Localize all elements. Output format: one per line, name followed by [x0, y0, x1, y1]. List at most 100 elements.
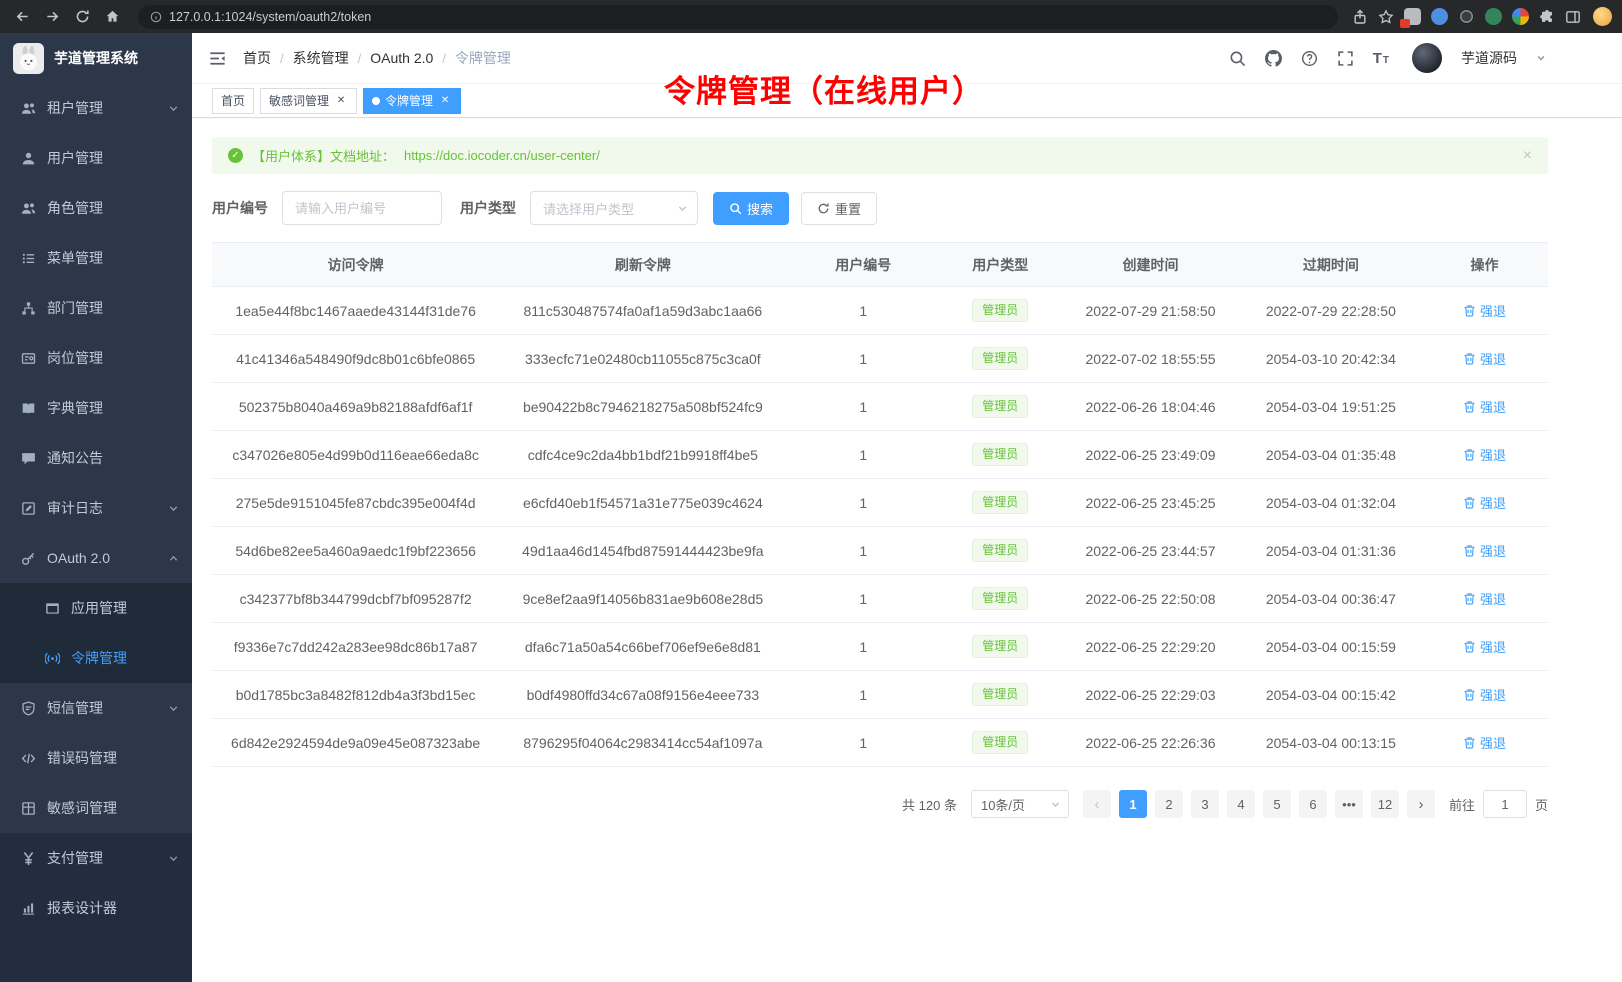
force-logout-button[interactable]: 强退 — [1463, 589, 1506, 608]
user-id-input[interactable] — [282, 191, 442, 225]
sidebar-item-audit-log[interactable]: 审计日志 — [0, 483, 192, 533]
sidebar-item-dict[interactable]: 字典管理 — [0, 383, 192, 433]
font-size-icon[interactable]: TT — [1373, 51, 1389, 66]
search-icon[interactable] — [1229, 50, 1246, 67]
breadcrumb-item[interactable]: 系统管理 — [293, 48, 349, 68]
extension-blue-icon[interactable] — [1431, 8, 1448, 25]
force-logout-button[interactable]: 强退 — [1463, 445, 1506, 464]
sidebar-item-error-code[interactable]: 错误码管理 — [0, 733, 192, 783]
chevron-down-icon[interactable] — [1536, 53, 1546, 63]
created-time-cell: 2022-06-25 22:26:36 — [1060, 719, 1240, 767]
alert-close-icon[interactable]: × — [1523, 147, 1532, 165]
browser-back-button[interactable] — [10, 5, 34, 29]
close-icon[interactable]: ✕ — [438, 94, 452, 108]
force-logout-button[interactable]: 强退 — [1463, 493, 1506, 512]
sidebar-item-user[interactable]: 用户管理 — [0, 133, 192, 183]
user-name[interactable]: 芋道源码 — [1461, 48, 1517, 68]
page-button-5[interactable]: 5 — [1263, 790, 1291, 818]
sidebar-item-label: 敏感词管理 — [47, 798, 117, 818]
force-logout-label: 强退 — [1480, 445, 1506, 464]
force-logout-label: 强退 — [1480, 397, 1506, 416]
sidebar-item-sms[interactable]: 短信管理 — [0, 683, 192, 733]
refresh-token-cell: b0df4980ffd34c67a08f9156e4eee733 — [499, 671, 786, 719]
share-icon[interactable] — [1352, 9, 1368, 25]
tab-home[interactable]: 首页 — [212, 88, 254, 114]
goto-label: 前往 — [1449, 795, 1475, 814]
user-type-badge: 管理员 — [972, 395, 1028, 418]
page-button-6[interactable]: 6 — [1299, 790, 1327, 818]
page-size-select[interactable]: 10条/页 — [971, 790, 1069, 818]
sidebar-item-sensitive-word[interactable]: 敏感词管理 — [0, 783, 192, 833]
sidebar-item-oauth2-token[interactable]: 令牌管理 — [0, 633, 192, 683]
sidebar-toggle-icon[interactable] — [208, 49, 227, 68]
prev-page-button[interactable]: ‹ — [1083, 790, 1111, 818]
extension-dark-icon[interactable] — [1458, 8, 1475, 25]
user-id-cell: 1 — [786, 335, 940, 383]
sidebar-item-menu[interactable]: 菜单管理 — [0, 233, 192, 283]
fullscreen-icon[interactable] — [1337, 50, 1354, 67]
extension-green-icon[interactable] — [1485, 8, 1502, 25]
refresh-token-cell: 8796295f04064c2983414cc54af1097a — [499, 719, 786, 767]
sms-shield-icon — [21, 701, 36, 716]
table-row: 1ea5e44f8bc1467aaede43144f31de76811c5304… — [212, 287, 1548, 335]
force-logout-button[interactable]: 强退 — [1463, 349, 1506, 368]
tab-label: 敏感词管理 — [269, 92, 329, 109]
reset-button[interactable]: 重置 — [801, 192, 877, 225]
force-logout-button[interactable]: 强退 — [1463, 733, 1506, 752]
extension-badged-icon[interactable] — [1404, 8, 1421, 25]
user-type-select[interactable]: 请选择用户类型 — [530, 191, 698, 225]
app-logo-area[interactable]: 芋道管理系统 — [0, 33, 192, 83]
help-icon[interactable] — [1301, 50, 1318, 67]
browser-home-button[interactable] — [100, 5, 124, 29]
bookmark-star-icon[interactable] — [1378, 9, 1394, 25]
pay-yen-icon — [21, 851, 36, 866]
sidebar-item-notice[interactable]: 通知公告 — [0, 433, 192, 483]
force-logout-button[interactable]: 强退 — [1463, 685, 1506, 704]
sidebar-item-dept[interactable]: 部门管理 — [0, 283, 192, 333]
page-button-3[interactable]: 3 — [1191, 790, 1219, 818]
sidebar-item-pay[interactable]: 支付管理 — [0, 833, 192, 883]
browser-forward-button[interactable] — [40, 5, 64, 29]
search-button[interactable]: 搜索 — [713, 192, 789, 225]
page-button-2[interactable]: 2 — [1155, 790, 1183, 818]
sidebar-item-oauth2[interactable]: OAuth 2.0 — [0, 533, 192, 583]
sidebar-item-role[interactable]: 角色管理 — [0, 183, 192, 233]
sidebar-item-post[interactable]: 岗位管理 — [0, 333, 192, 383]
browser-profile-avatar[interactable] — [1593, 7, 1612, 26]
extension-colorful-icon[interactable] — [1512, 8, 1529, 25]
side-panel-icon[interactable] — [1565, 9, 1581, 25]
tab-token[interactable]: 令牌管理✕ — [363, 88, 461, 114]
breadcrumb-item[interactable]: OAuth 2.0 — [370, 50, 433, 66]
next-page-button[interactable]: › — [1407, 790, 1435, 818]
tab-sensitive-word[interactable]: 敏感词管理 ✕ — [260, 88, 357, 114]
audit-log-icon — [21, 501, 36, 516]
breadcrumb-item[interactable]: 首页 — [243, 48, 271, 68]
sidebar-item-tenant[interactable]: 租户管理 — [0, 83, 192, 133]
chevron-down-icon — [168, 703, 179, 714]
github-icon[interactable] — [1265, 50, 1282, 67]
goto-page-input[interactable] — [1483, 790, 1527, 818]
force-logout-button[interactable]: 强退 — [1463, 397, 1506, 416]
sidebar-item-oauth2-application[interactable]: 应用管理 — [0, 583, 192, 633]
close-icon[interactable]: ✕ — [334, 94, 348, 108]
sidebar-item-report-designer[interactable]: 报表设计器 — [0, 883, 192, 933]
doc-link[interactable]: https://doc.iocoder.cn/user-center/ — [404, 148, 600, 163]
user-avatar[interactable] — [1412, 43, 1442, 73]
page-button-12[interactable]: 12 — [1371, 790, 1399, 818]
force-logout-button[interactable]: 强退 — [1463, 637, 1506, 656]
user-type-badge: 管理员 — [972, 731, 1028, 754]
page-size-value: 10条/页 — [981, 795, 1025, 814]
page-ellipsis[interactable]: ••• — [1335, 790, 1363, 818]
page-button-1[interactable]: 1 — [1119, 790, 1147, 818]
sidebar-item-label: 短信管理 — [47, 698, 103, 718]
page-button-4[interactable]: 4 — [1227, 790, 1255, 818]
browser-reload-button[interactable] — [70, 5, 94, 29]
access-token-cell: 6d842e2924594de9a09e45e087323abe — [212, 719, 499, 767]
force-logout-button[interactable]: 强退 — [1463, 301, 1506, 320]
url-bar[interactable]: 127.0.0.1:1024/system/oauth2/token — [138, 5, 1338, 29]
force-logout-button[interactable]: 强退 — [1463, 541, 1506, 560]
actions-cell: 强退 — [1421, 623, 1548, 671]
select-placeholder: 请选择用户类型 — [543, 199, 634, 218]
force-logout-label: 强退 — [1480, 349, 1506, 368]
extensions-puzzle-icon[interactable] — [1539, 9, 1555, 25]
